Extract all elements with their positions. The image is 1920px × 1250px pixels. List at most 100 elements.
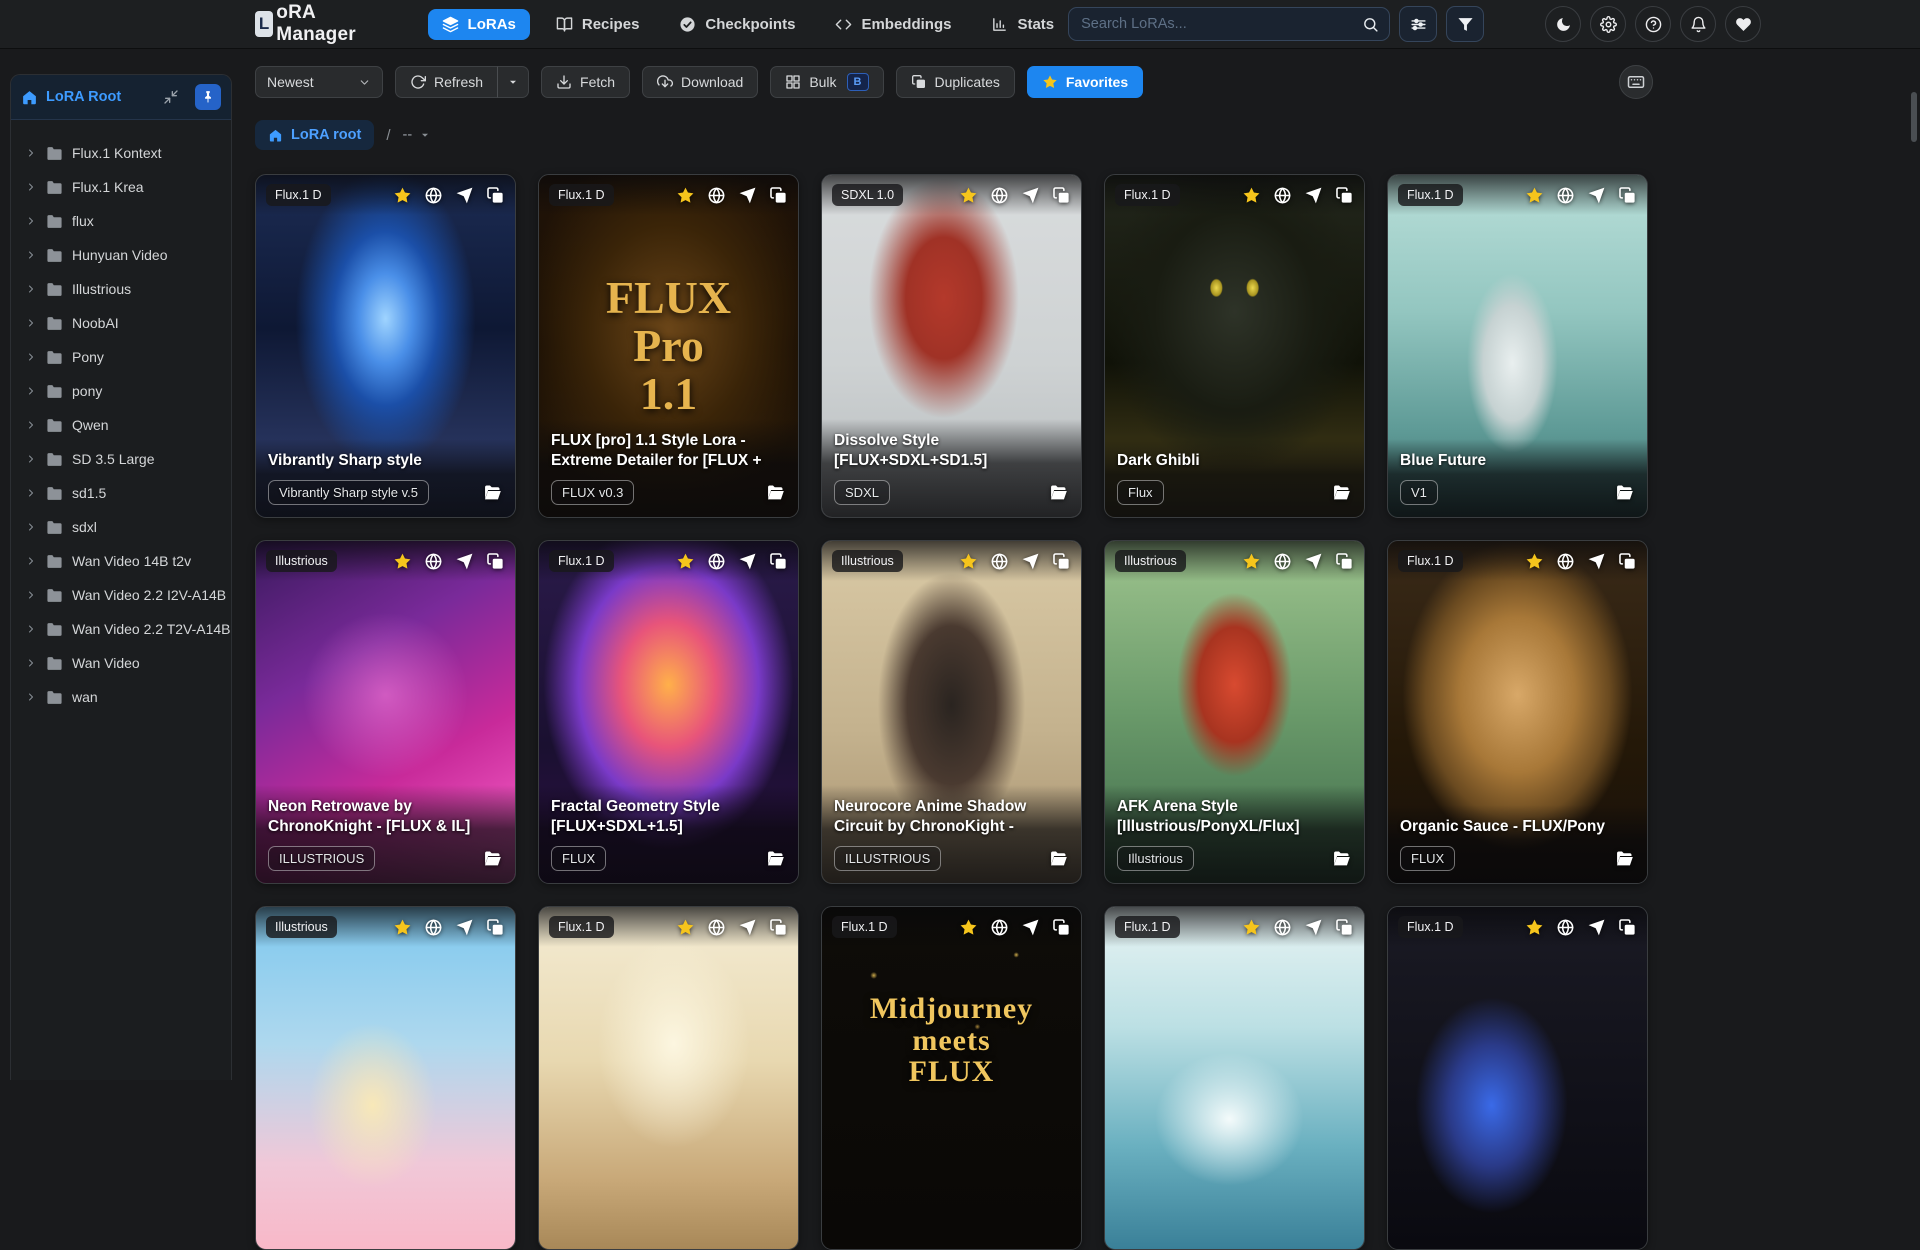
copy-icon[interactable] — [1335, 918, 1354, 937]
version-badge[interactable]: FLUX — [551, 846, 606, 871]
send-icon[interactable] — [1021, 918, 1040, 937]
notifications-button[interactable] — [1680, 6, 1716, 42]
send-icon[interactable] — [1021, 552, 1040, 571]
send-icon[interactable] — [1304, 552, 1323, 571]
tab-checkpoints[interactable]: Checkpoints — [665, 9, 809, 40]
folder-open-icon[interactable] — [1331, 848, 1352, 869]
globe-icon[interactable] — [1556, 918, 1575, 937]
folder-open-icon[interactable] — [1614, 482, 1635, 503]
lora-card[interactable]: Flux.1 DFractal Geometry Style [FLUX+SDX… — [538, 540, 799, 884]
send-icon[interactable] — [1021, 186, 1040, 205]
version-badge[interactable]: V1 — [1400, 480, 1438, 505]
globe-icon[interactable] — [990, 186, 1009, 205]
globe-icon[interactable] — [1556, 552, 1575, 571]
version-badge[interactable]: FLUX v0.3 — [551, 480, 634, 505]
favorite-star-icon[interactable] — [676, 552, 695, 571]
send-icon[interactable] — [738, 186, 757, 205]
globe-icon[interactable] — [1273, 186, 1292, 205]
globe-icon[interactable] — [707, 552, 726, 571]
theme-toggle-button[interactable] — [1545, 6, 1581, 42]
folder-open-icon[interactable] — [1331, 482, 1352, 503]
lora-card[interactable]: Illustrious — [255, 906, 516, 1250]
sidebar-item-sdxl[interactable]: sdxl — [11, 510, 231, 544]
favorite-star-icon[interactable] — [1525, 186, 1544, 205]
breadcrumb-current[interactable]: -- — [403, 127, 432, 143]
copy-icon[interactable] — [769, 186, 788, 205]
globe-icon[interactable] — [424, 186, 443, 205]
sidebar-item-qwen[interactable]: Qwen — [11, 408, 231, 442]
download-button[interactable]: Download — [642, 66, 758, 98]
copy-icon[interactable] — [1052, 186, 1071, 205]
fetch-button[interactable]: Fetch — [541, 66, 630, 98]
sidebar-item-wan[interactable]: wan — [11, 680, 231, 714]
favorite-star-icon[interactable] — [959, 552, 978, 571]
tab-embeddings[interactable]: Embeddings — [821, 9, 965, 40]
lora-card[interactable]: SDXL 1.0Dissolve Style [FLUX+SDXL+SD1.5]… — [821, 174, 1082, 518]
copy-icon[interactable] — [769, 552, 788, 571]
scrollbar-thumb[interactable] — [1911, 92, 1917, 142]
globe-icon[interactable] — [424, 918, 443, 937]
lora-card[interactable]: Flux.1 D — [1104, 906, 1365, 1250]
globe-icon[interactable] — [424, 552, 443, 571]
tab-recipes[interactable]: Recipes — [542, 9, 654, 40]
pin-button[interactable] — [195, 84, 221, 110]
favorite-star-icon[interactable] — [1242, 186, 1261, 205]
favorite-star-icon[interactable] — [393, 552, 412, 571]
send-icon[interactable] — [1304, 186, 1323, 205]
globe-icon[interactable] — [990, 918, 1009, 937]
favorites-heart-button[interactable] — [1725, 6, 1761, 42]
globe-icon[interactable] — [1273, 918, 1292, 937]
version-badge[interactable]: ILLUSTRIOUS — [268, 846, 375, 871]
favorite-star-icon[interactable] — [1525, 918, 1544, 937]
favorites-filter-button[interactable]: Favorites — [1027, 66, 1143, 98]
globe-icon[interactable] — [1556, 186, 1575, 205]
sidebar-item-wan-video-14b-t2v[interactable]: Wan Video 14B t2v — [11, 544, 231, 578]
copy-icon[interactable] — [486, 552, 505, 571]
sidebar-item-flux-1-krea[interactable]: Flux.1 Krea — [11, 170, 231, 204]
send-icon[interactable] — [1587, 552, 1606, 571]
sidebar-item-wan-video-2-2-i2v-a14b[interactable]: Wan Video 2.2 I2V-A14B — [11, 578, 231, 612]
sidebar-item-pony[interactable]: pony — [11, 374, 231, 408]
sidebar-item-flux-1-kontext[interactable]: Flux.1 Kontext — [11, 136, 231, 170]
lora-card[interactable]: Flux.1 DVibrantly Sharp styleVibrantly S… — [255, 174, 516, 518]
globe-icon[interactable] — [990, 552, 1009, 571]
search-options-button[interactable] — [1399, 6, 1437, 42]
tab-stats[interactable]: Stats — [977, 9, 1068, 40]
lora-card[interactable]: IllustriousNeurocore Anime Shadow Circui… — [821, 540, 1082, 884]
send-icon[interactable] — [738, 918, 757, 937]
folder-open-icon[interactable] — [765, 482, 786, 503]
sidebar-item-pony[interactable]: Pony — [11, 340, 231, 374]
copy-icon[interactable] — [1335, 552, 1354, 571]
favorite-star-icon[interactable] — [676, 918, 695, 937]
refresh-menu-button[interactable] — [497, 66, 529, 98]
copy-icon[interactable] — [1335, 186, 1354, 205]
duplicates-button[interactable]: Duplicates — [896, 66, 1015, 98]
favorite-star-icon[interactable] — [959, 918, 978, 937]
copy-icon[interactable] — [1618, 552, 1637, 571]
favorite-star-icon[interactable] — [1525, 552, 1544, 571]
sidebar-header[interactable]: LoRA Root — [11, 75, 231, 120]
lora-card[interactable]: Flux.1 DBlue FutureV1 — [1387, 174, 1648, 518]
version-badge[interactable]: FLUX — [1400, 846, 1455, 871]
folder-open-icon[interactable] — [1048, 482, 1069, 503]
lora-card[interactable]: Flux.1 DOrganic Sauce - FLUX/PonyFLUX — [1387, 540, 1648, 884]
bulk-button[interactable]: Bulk B — [770, 66, 883, 98]
lora-card[interactable]: Flux.1 DDark GhibliFlux — [1104, 174, 1365, 518]
favorite-star-icon[interactable] — [393, 918, 412, 937]
globe-icon[interactable] — [1273, 552, 1292, 571]
sidebar-item-flux[interactable]: flux — [11, 204, 231, 238]
send-icon[interactable] — [738, 552, 757, 571]
help-button[interactable] — [1635, 6, 1671, 42]
copy-icon[interactable] — [486, 186, 505, 205]
globe-icon[interactable] — [707, 918, 726, 937]
version-badge[interactable]: Vibrantly Sharp style v.5 — [268, 480, 429, 505]
copy-icon[interactable] — [1618, 918, 1637, 937]
sidebar-item-sd1-5[interactable]: sd1.5 — [11, 476, 231, 510]
app-logo[interactable]: L oRA Manager — [255, 2, 364, 46]
folder-open-icon[interactable] — [1614, 848, 1635, 869]
copy-icon[interactable] — [486, 918, 505, 937]
folder-open-icon[interactable] — [482, 848, 503, 869]
collapse-icon[interactable] — [163, 89, 179, 105]
folder-open-icon[interactable] — [482, 482, 503, 503]
globe-icon[interactable] — [707, 186, 726, 205]
